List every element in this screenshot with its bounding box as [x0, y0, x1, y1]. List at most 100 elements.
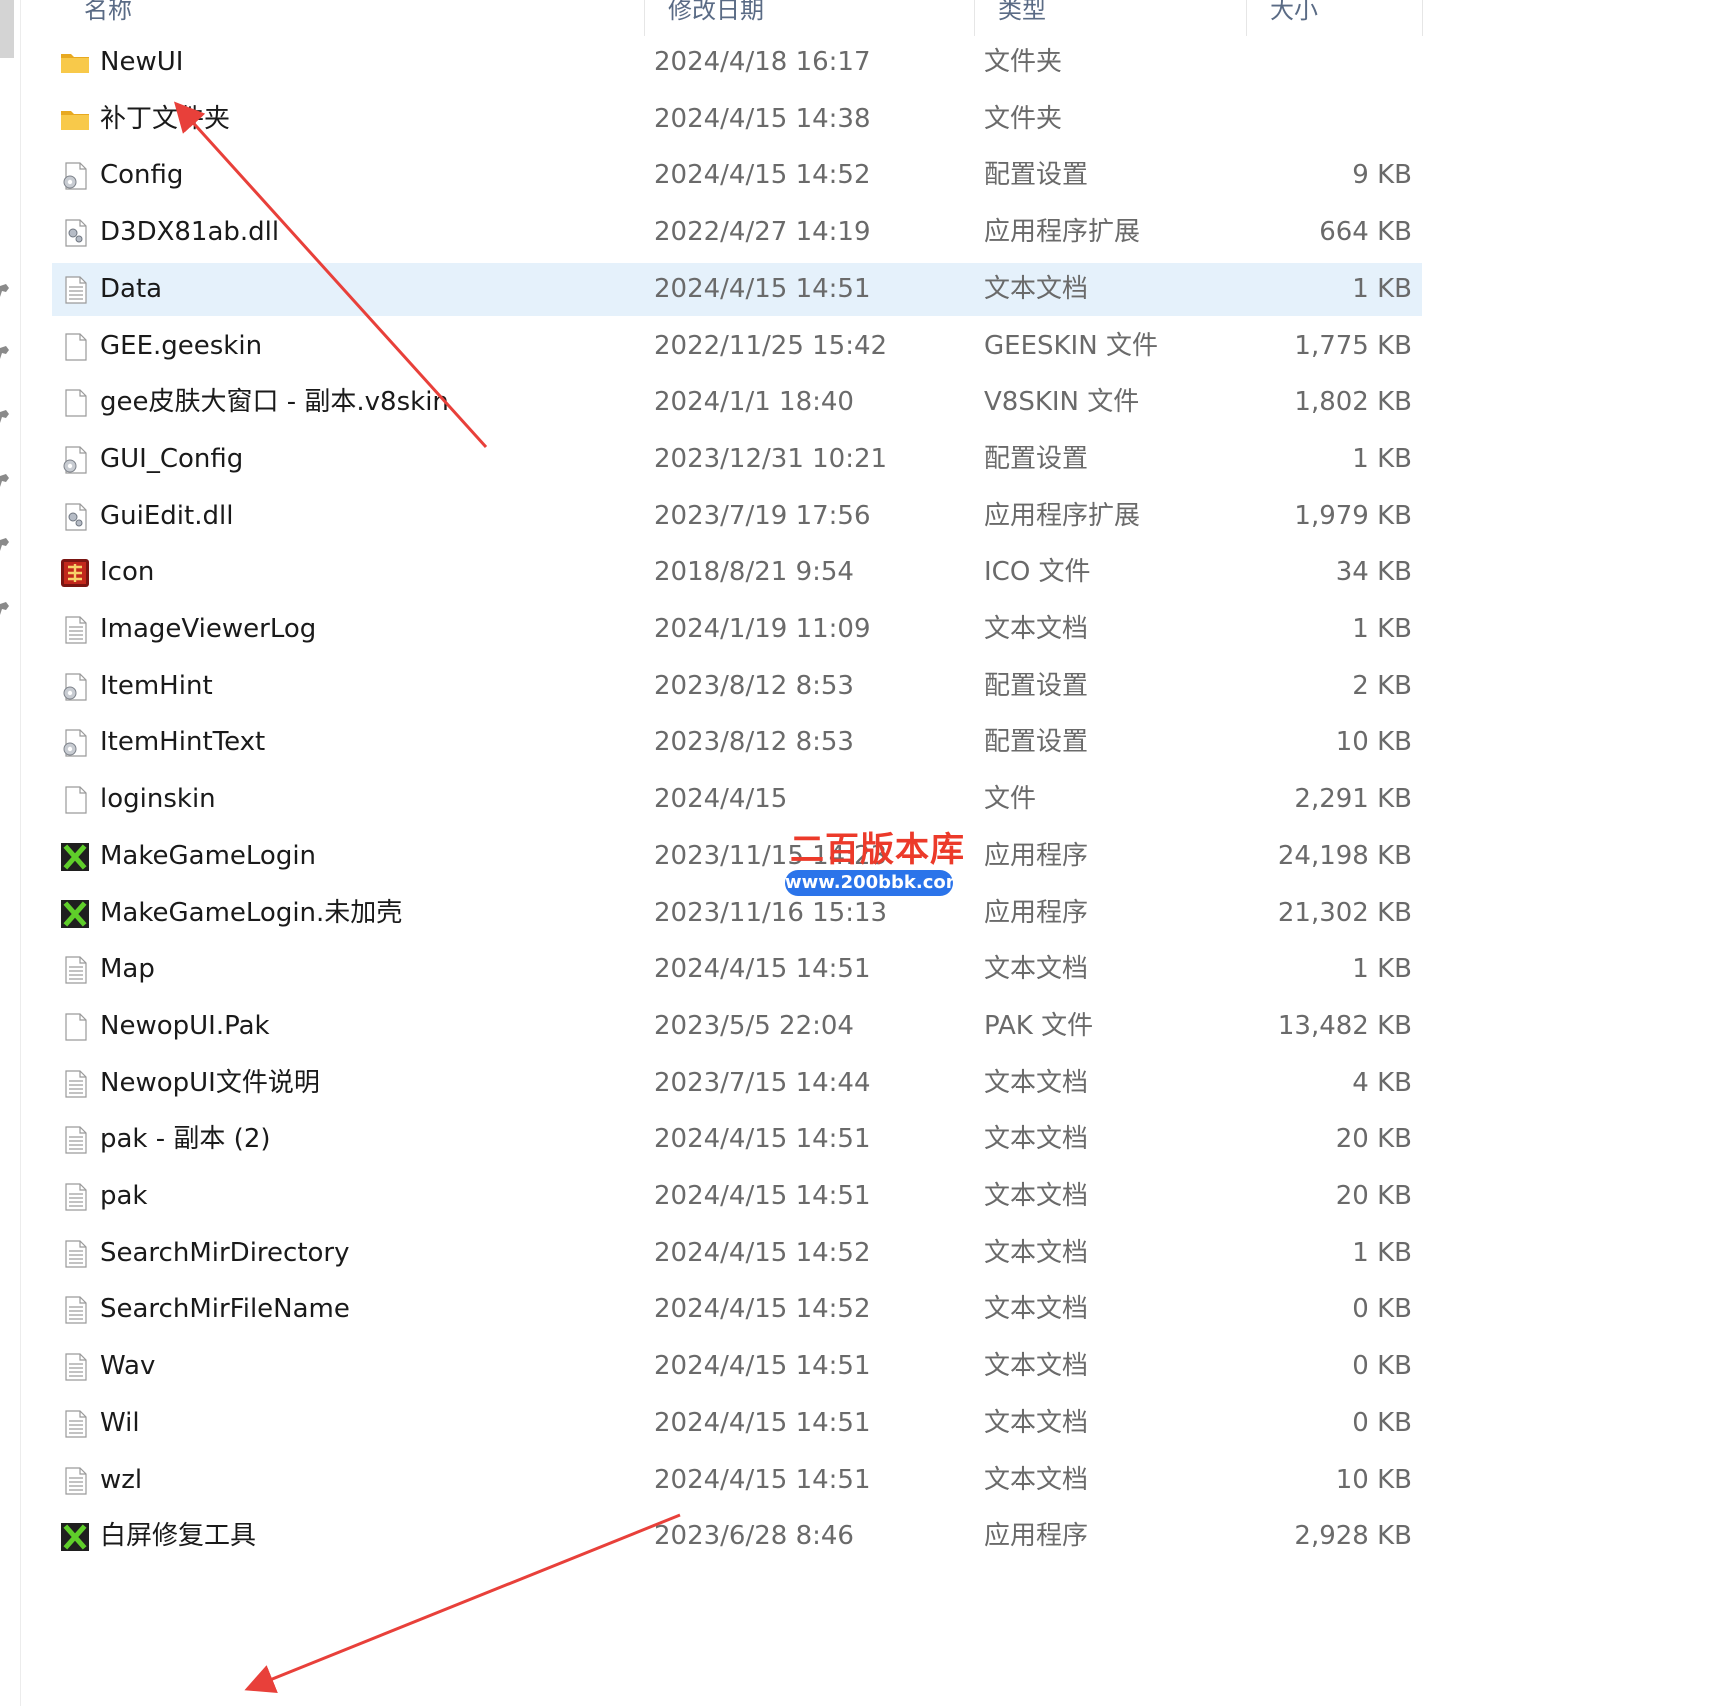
file-modified-date: 2024/4/18 16:17: [654, 47, 871, 77]
file-modified-date: 2024/4/15 14:51: [654, 1181, 871, 1211]
pin-icon[interactable]: [0, 408, 9, 423]
file-row[interactable]: Wav 2024/4/15 14:51 文本文档 0 KB: [52, 1340, 1422, 1393]
file-row[interactable]: NewUI 2024/4/18 16:17 文件夹: [52, 36, 1422, 89]
file-modified-date: 2024/4/15 14:51: [654, 1124, 871, 1155]
file-name: ItemHint: [100, 670, 213, 701]
file-row[interactable]: SearchMirDirectory 2024/4/15 14:52 文本文档 1 K…: [52, 1227, 1422, 1280]
column-header-date[interactable]: 修改日期: [644, 0, 974, 28]
file-row[interactable]: ImageViewerLog 2024/1/19 11:09 文本文档 1 KB: [52, 603, 1422, 656]
file-size: 34 KB: [1335, 557, 1412, 588]
pin-icon[interactable]: [0, 472, 9, 487]
text-file-icon: [60, 1409, 90, 1439]
file-size: 13,482 KB: [1277, 1010, 1412, 1041]
file-row[interactable]: 白屏修复工具 2023/6/28 8:46 应用程序 2,928 KB: [52, 1510, 1422, 1563]
file-row[interactable]: NewopUI.Pak 2023/5/5 22:04 PAK 文件 13,482 KB: [52, 1000, 1422, 1053]
file-type: 文本文档: [984, 1124, 1089, 1155]
scrollbar-thumb[interactable]: [0, 0, 14, 58]
file-type: 文本文档: [984, 614, 1089, 644]
file-name: GUI_Config: [100, 443, 244, 474]
file-row[interactable]: Map 2024/4/15 14:51 文本文档 1 KB: [52, 943, 1422, 996]
file-size: 1,775 KB: [1294, 330, 1412, 361]
file-row[interactable]: pak 2024/4/15 14:51 文本文档 20 KB: [52, 1170, 1422, 1223]
file-size: 0 KB: [1352, 1294, 1412, 1325]
file-type: 文本文档: [984, 954, 1089, 985]
file-row[interactable]: Data 2024/4/15 14:51 文本文档 1 KB: [52, 262, 1422, 316]
file-size: 20 KB: [1335, 1124, 1412, 1155]
file-row[interactable]: ItemHintText 2023/8/12 8:53 配置设置 10 KB: [52, 716, 1422, 769]
file-modified-date: 2024/1/1 18:40: [654, 387, 854, 418]
file-size: 4 KB: [1352, 1067, 1412, 1098]
file-row[interactable]: Icon 2018/8/21 9:54 ICO 文件 34 KB: [52, 546, 1422, 599]
file-modified-date: 2023/6/28 8:46: [654, 1521, 854, 1552]
file-row[interactable]: Wil 2024/4/15 14:51 文本文档 0 KB: [52, 1397, 1422, 1450]
file-size: 1 KB: [1352, 273, 1412, 304]
blank-file-icon: [60, 332, 90, 362]
text-file-icon: [60, 1125, 90, 1155]
file-size: 24,198 KB: [1277, 840, 1412, 871]
column-header-size[interactable]: 大小: [1246, 0, 1422, 28]
pin-icon[interactable]: [0, 536, 9, 551]
file-name: NewopUI.Pak: [100, 1010, 270, 1041]
file-row[interactable]: wzl 2024/4/15 14:51 文本文档 10 KB: [52, 1454, 1422, 1507]
file-type: V8SKIN 文件: [984, 387, 1140, 418]
file-row[interactable]: ItemHint 2023/8/12 8:53 配置设置 2 KB: [52, 660, 1422, 713]
file-size: 1 KB: [1352, 443, 1412, 474]
column-divider[interactable]: [1422, 0, 1423, 36]
text-file-icon: [60, 1182, 90, 1212]
watermark: 二百版本库 www.200bbk.com: [785, 822, 965, 902]
file-type: 配置设置: [984, 160, 1089, 191]
file-row[interactable]: MakeGameLogin 2023/11/15 14:23 应用程序 24,198 …: [52, 830, 1422, 883]
file-name: NewUI: [100, 47, 184, 77]
file-size: 1 KB: [1352, 1237, 1412, 1268]
text-file-icon: [60, 1239, 90, 1269]
file-row[interactable]: gee皮肤大窗口 - 副本.v8skin 2024/1/1 18:40 V8SKIN…: [52, 376, 1422, 429]
file-row[interactable]: GuiEdit.dll 2023/7/19 17:56 应用程序扩展 1,979 KB: [52, 490, 1422, 543]
file-name: Config: [100, 160, 184, 191]
blank-file-icon: [60, 1012, 90, 1042]
file-row[interactable]: Config 2024/4/15 14:52 配置设置 9 KB: [52, 149, 1422, 202]
file-modified-date: 2024/1/19 11:09: [654, 614, 871, 644]
file-name: gee皮肤大窗口 - 副本.v8skin: [100, 387, 449, 418]
pin-icon[interactable]: [0, 282, 9, 297]
file-type: 文本文档: [984, 1407, 1089, 1438]
file-size: 1 KB: [1352, 954, 1412, 985]
column-header-type[interactable]: 类型: [974, 0, 1246, 28]
app-x-icon: [60, 899, 90, 929]
folder-icon: [60, 105, 90, 135]
pin-icon[interactable]: [0, 344, 9, 359]
file-row[interactable]: pak - 副本 (2) 2024/4/15 14:51 文本文档 20 KB: [52, 1113, 1422, 1166]
file-name: D3DX81ab.dll: [100, 217, 280, 248]
file-name: pak - 副本 (2): [100, 1124, 271, 1155]
file-type: GEESKIN 文件: [984, 330, 1158, 361]
file-name: loginskin: [100, 784, 216, 815]
text-file-icon: [60, 1295, 90, 1325]
file-size: 21,302 KB: [1277, 897, 1412, 928]
file-name: MakeGameLogin.未加壳: [100, 897, 403, 928]
file-row[interactable]: loginskin 2024/4/15 文件 2,291 KB: [52, 773, 1422, 826]
file-size: 1 KB: [1352, 614, 1412, 644]
app-x-icon: [60, 842, 90, 872]
file-row[interactable]: D3DX81ab.dll 2022/4/27 14:19 应用程序扩展 664 KB: [52, 206, 1422, 259]
file-name: 白屏修复工具: [100, 1521, 257, 1552]
file-type: 配置设置: [984, 443, 1089, 474]
dll-file-icon: [60, 218, 90, 248]
file-name: GuiEdit.dll: [100, 500, 234, 531]
file-row[interactable]: NewopUI文件说明 2023/7/15 14:44 文本文档 4 KB: [52, 1057, 1422, 1110]
file-row[interactable]: MakeGameLogin.未加壳 2023/11/16 15:13 应用程序 21,…: [52, 887, 1422, 940]
file-size: 10 KB: [1335, 1464, 1412, 1495]
pin-icon[interactable]: [0, 600, 9, 615]
file-row[interactable]: GEE.geeskin 2022/11/25 15:42 GEESKIN 文件 1,7…: [52, 320, 1422, 373]
file-size: 10 KB: [1335, 727, 1412, 758]
file-row[interactable]: SearchMirFileName 2024/4/15 14:52 文本文档 0 KB: [52, 1283, 1422, 1336]
file-modified-date: 2024/4/15 14:38: [654, 103, 871, 134]
file-row[interactable]: 补丁文件夹 2024/4/15 14:38 文件夹: [52, 93, 1422, 146]
file-size: 2,291 KB: [1294, 784, 1412, 815]
file-row[interactable]: GUI_Config 2023/12/31 10:21 配置设置 1 KB: [52, 433, 1422, 486]
file-modified-date: 2023/8/12 8:53: [654, 727, 854, 758]
column-header-name[interactable]: 名称: [60, 0, 644, 28]
text-file-icon: [60, 955, 90, 985]
file-type: 配置设置: [984, 670, 1089, 701]
file-type: 文本文档: [984, 1181, 1089, 1211]
file-name: ItemHintText: [100, 727, 266, 758]
file-type: 文件夹: [984, 47, 1063, 77]
